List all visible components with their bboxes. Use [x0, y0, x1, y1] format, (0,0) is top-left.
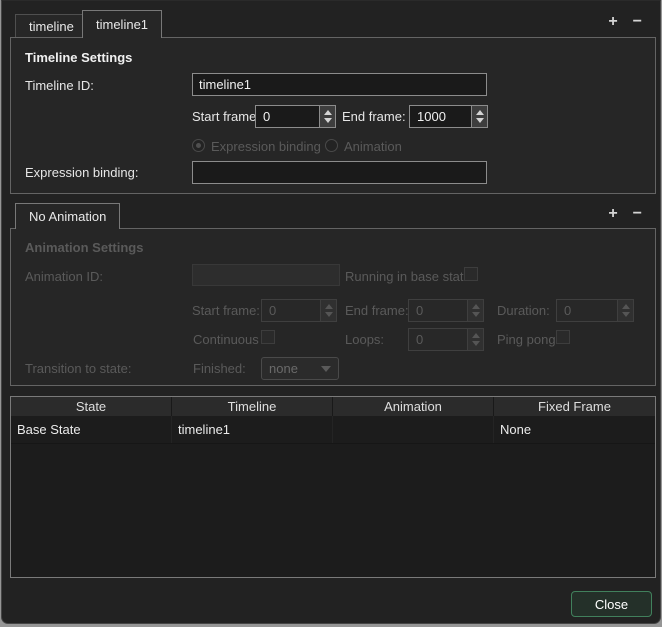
anim-end-frame-spin-buttons [467, 299, 484, 322]
anim-start-frame-spinbox: 0 [261, 299, 337, 322]
finished-label: Finished: [193, 361, 246, 376]
column-header-animation[interactable]: Animation [333, 397, 494, 416]
tab-no-animation[interactable]: No Animation [15, 203, 120, 229]
expression-binding-radio-label: Expression binding [211, 139, 321, 154]
loops-value: 0 [408, 328, 467, 351]
running-in-base-state-checkbox [464, 267, 478, 281]
anim-start-frame-value: 0 [261, 299, 320, 322]
spin-down-icon[interactable] [476, 118, 484, 123]
duration-value: 0 [556, 299, 617, 322]
timeline-settings-dialog: timeline timeline1 + − Timeline Settings… [1, 0, 661, 624]
anim-end-frame-label: End frame: [345, 303, 409, 318]
timeline-settings-group: Timeline Settings Timeline ID: Start fra… [10, 37, 656, 194]
loops-spin-buttons [467, 328, 484, 351]
spin-down-icon [472, 312, 480, 317]
ping-pong-checkbox [556, 330, 570, 344]
animation-tab-actions: + − [608, 204, 642, 224]
anim-end-frame-spinbox: 0 [408, 299, 484, 322]
anim-start-frame-label: Start frame: [192, 303, 260, 318]
radio-dot-icon [196, 143, 201, 148]
add-timeline-icon[interactable]: + [608, 12, 617, 32]
add-animation-icon[interactable]: + [608, 204, 617, 224]
duration-label: Duration: [497, 303, 550, 318]
expression-binding-input[interactable] [192, 161, 487, 184]
start-frame-spin-buttons[interactable] [319, 105, 336, 128]
finished-dropdown: none [261, 357, 339, 380]
end-frame-label: End frame: [342, 109, 406, 124]
tab-no-animation-label: No Animation [29, 209, 106, 224]
end-frame-spinbox[interactable]: 1000 [409, 105, 488, 128]
states-table: State Timeline Animation Fixed Frame Bas… [10, 396, 656, 578]
spin-down-icon[interactable] [324, 118, 332, 123]
table-row[interactable]: Base State timeline1 None [11, 416, 655, 444]
animation-radio-label: Animation [344, 139, 402, 154]
animation-id-label: Animation ID: [25, 269, 103, 284]
animation-radio [325, 139, 338, 152]
column-header-fixed-frame[interactable]: Fixed Frame [494, 397, 655, 416]
close-button-label: Close [595, 597, 628, 612]
spin-up-icon [472, 333, 480, 338]
dropdown-arrow-icon [321, 366, 331, 372]
spin-down-icon [622, 312, 630, 317]
anim-end-frame-value: 0 [408, 299, 467, 322]
column-header-timeline[interactable]: Timeline [172, 397, 333, 416]
remove-animation-icon[interactable]: − [633, 204, 642, 224]
spin-up-icon [622, 304, 630, 309]
start-frame-label: Start frame: [192, 109, 260, 124]
spin-down-icon [325, 312, 333, 317]
tab-timeline[interactable]: timeline [15, 14, 88, 37]
end-frame-value[interactable]: 1000 [409, 105, 471, 128]
tab-timeline-label: timeline [29, 19, 74, 34]
running-in-base-state-label: Running in base state [345, 269, 471, 284]
expression-binding-radio [192, 139, 205, 152]
cell-timeline[interactable]: timeline1 [172, 416, 333, 443]
spin-down-icon [472, 341, 480, 346]
spin-up-icon [325, 304, 333, 309]
timeline-tab-actions: + − [608, 12, 642, 32]
cell-fixed-frame[interactable]: None [494, 416, 655, 443]
start-frame-spinbox[interactable]: 0 [255, 105, 336, 128]
close-button[interactable]: Close [571, 591, 652, 617]
continuous-label: Continuous [193, 332, 259, 347]
spin-up-icon [472, 304, 480, 309]
column-header-state[interactable]: State [11, 397, 172, 416]
cell-animation[interactable] [333, 416, 494, 443]
timeline-settings-title: Timeline Settings [25, 50, 132, 65]
anim-start-frame-spin-buttons [320, 299, 337, 322]
animation-settings-title: Animation Settings [25, 240, 143, 255]
spin-up-icon[interactable] [324, 110, 332, 115]
ping-pong-label: Ping pong [497, 332, 556, 347]
timeline-id-input[interactable] [192, 73, 487, 96]
expression-binding-label: Expression binding: [25, 165, 138, 180]
loops-spinbox: 0 [408, 328, 484, 351]
transition-to-state-label: Transition to state: [25, 361, 131, 376]
animation-settings-group: Animation Settings Animation ID: Running… [10, 228, 656, 386]
states-table-header: State Timeline Animation Fixed Frame [11, 397, 655, 416]
tab-timeline1-label: timeline1 [96, 17, 148, 32]
timeline-id-label: Timeline ID: [25, 78, 94, 93]
animation-id-input [192, 264, 340, 286]
spin-up-icon[interactable] [476, 110, 484, 115]
remove-timeline-icon[interactable]: − [633, 12, 642, 32]
continuous-checkbox [261, 330, 275, 344]
finished-dropdown-value: none [269, 361, 298, 376]
start-frame-value[interactable]: 0 [255, 105, 319, 128]
duration-spin-buttons [617, 299, 634, 322]
tab-timeline1[interactable]: timeline1 [82, 10, 162, 38]
duration-spinbox: 0 [556, 299, 634, 322]
end-frame-spin-buttons[interactable] [471, 105, 488, 128]
loops-label: Loops: [345, 332, 384, 347]
cell-state[interactable]: Base State [11, 416, 172, 443]
